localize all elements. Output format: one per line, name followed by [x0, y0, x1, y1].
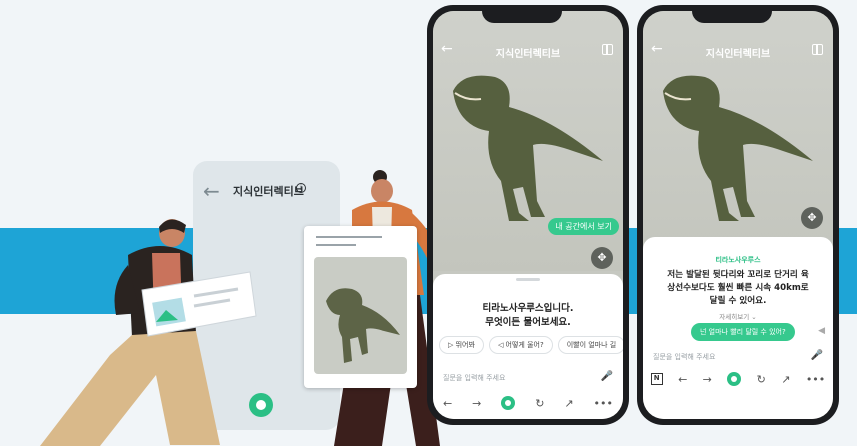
back-arrow-icon: ←: [203, 179, 220, 203]
phone-screen: ← 지식인터렉티브 ✥ 티라노사우루스 저는 발달된 뒷다리와 꼬리로 단거리 …: [643, 11, 833, 419]
mic-icon[interactable]: 🎤: [601, 371, 613, 382]
screen-card-illustration: [141, 271, 257, 337]
intro-line: 무엇이든 물어보세요.: [485, 317, 571, 328]
rotate-icon[interactable]: ✥: [801, 207, 823, 229]
sheet-handle[interactable]: [516, 278, 540, 281]
header-title: 지식인터렉티브: [495, 49, 561, 60]
answer-line: 달릴 수 있어요.: [709, 296, 767, 306]
chip-label: 이빨이 얼마나 길: [566, 341, 617, 349]
panel-title: 지식인터렉티브: [233, 185, 304, 198]
more-icon[interactable]: •••: [594, 397, 613, 410]
chip-teeth[interactable]: 이빨이 얼마나 길: [557, 336, 623, 354]
grid-icon[interactable]: [602, 44, 613, 55]
answer-tag: 티라노사우루스: [715, 256, 761, 264]
phone-left: ← 지식인터렉티브 내 공간에서 보기 ✥ 티라노사우루스입니다. 무엇이든 물…: [427, 5, 629, 425]
phone-notch: [482, 5, 562, 23]
back-icon[interactable]: ←: [443, 397, 452, 410]
bottom-nav: ← → ↻ ↗ •••: [433, 392, 623, 414]
phone-notch: [692, 5, 772, 23]
bottom-nav: N ← → ↻ ↗ •••: [643, 368, 833, 390]
answer-line: 상선수보다도 훨씬 빠른 시속 40km로: [667, 283, 809, 293]
chip-label: 어떻게 울어?: [505, 341, 544, 349]
dinosaur-card: [304, 226, 417, 388]
back-icon[interactable]: ←: [678, 373, 687, 386]
home-dot-icon[interactable]: [501, 396, 516, 410]
question-input[interactable]: 질문을 입력해 주세요: [443, 370, 613, 386]
forward-icon[interactable]: →: [703, 373, 712, 386]
answer-text: 저는 발달된 뒷다리와 꼬리로 단거리 육 상선수보다도 훨씬 빠른 시속 40…: [657, 269, 819, 308]
refresh-icon[interactable]: ↻: [757, 373, 766, 386]
share-icon[interactable]: ↗: [564, 397, 573, 410]
card-line: [316, 244, 356, 246]
chip-run[interactable]: ▷ 뛰어봐: [439, 336, 484, 354]
more-link[interactable]: 자세히보기 ⌄: [643, 311, 833, 321]
phone-screen: ← 지식인터렉티브 내 공간에서 보기 ✥ 티라노사우루스입니다. 무엇이든 물…: [433, 11, 623, 419]
green-orb-icon: [249, 393, 273, 417]
answer-line: 저는 발달된 뒷다리와 꼬리로 단거리 육: [667, 270, 809, 280]
info-icon: i: [296, 183, 306, 193]
view-in-my-space-button[interactable]: 내 공간에서 보기: [548, 218, 619, 235]
card-line: [316, 236, 382, 238]
chip-label: 뛰어봐: [455, 341, 475, 349]
home-dot-icon[interactable]: [727, 372, 742, 386]
question-input[interactable]: 질문을 입력해 주세요: [653, 349, 823, 365]
intro-text: 티라노사우루스입니다. 무엇이든 물어보세요.: [433, 302, 623, 330]
more-label: 자세히보기: [719, 313, 750, 321]
more-icon[interactable]: •••: [806, 373, 825, 386]
dinosaur-thumbnail: [314, 257, 407, 374]
t-rex-image: [326, 288, 400, 363]
phone-right: ← 지식인터렉티브 ✥ 티라노사우루스 저는 발달된 뒷다리와 꼬리로 단거리 …: [637, 5, 839, 425]
intro-line: 티라노사우루스입니다.: [482, 303, 574, 314]
intro-sheet: 티라노사우루스입니다. 무엇이든 물어보세요. ▷ 뛰어봐 ◁ 어떻게 울어? …: [433, 274, 623, 419]
answer-sheet: 티라노사우루스 저는 발달된 뒷다리와 꼬리로 단거리 육 상선수보다도 훨씬 …: [643, 237, 833, 419]
grid-icon[interactable]: [812, 44, 823, 55]
naver-icon[interactable]: N: [650, 373, 663, 385]
mic-icon[interactable]: 🎤: [811, 350, 823, 361]
refresh-icon[interactable]: ↻: [535, 397, 544, 410]
followup-question-button[interactable]: 넌 얼마나 빨리 달릴 수 있어?: [691, 323, 795, 341]
suggestion-chips: ▷ 뛰어봐 ◁ 어떻게 울어? 이빨이 얼마나 길: [439, 336, 623, 354]
rotate-icon[interactable]: ✥: [591, 247, 613, 269]
speaker-icon[interactable]: ◀: [818, 326, 825, 336]
header-title: 지식인터렉티브: [705, 49, 771, 60]
forward-icon[interactable]: →: [472, 397, 481, 410]
chip-cry[interactable]: ◁ 어떻게 울어?: [488, 336, 553, 354]
promo-canvas: ← 지식인터렉티브 i ← 지식인터렉티브 내 공간에서 보기 ✥ 티라노사우루…: [0, 0, 857, 446]
share-icon[interactable]: ↗: [781, 373, 790, 386]
